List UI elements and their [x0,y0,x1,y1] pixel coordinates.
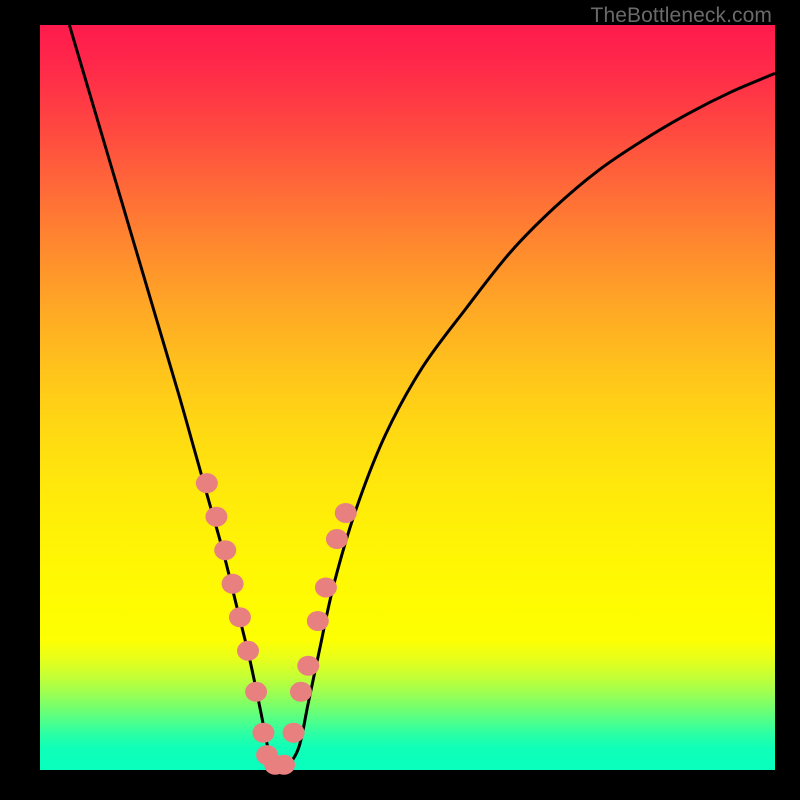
data-dot [315,577,337,597]
data-dot [196,473,218,493]
data-dot [229,607,251,627]
data-dot [237,641,259,661]
watermark-text: TheBottleneck.com [591,4,772,28]
curve-path [69,25,775,769]
data-dot [326,529,348,549]
data-dot [307,611,329,631]
data-dot [335,503,357,523]
data-dot [214,540,236,560]
data-dot [290,682,312,702]
data-dot [205,507,227,527]
data-dot [297,656,319,676]
data-dot [222,574,244,594]
chart-svg-layer [40,25,775,770]
data-dot [273,755,295,775]
curve-series [69,25,775,769]
data-dot [245,682,267,702]
data-dot [252,723,274,743]
chart-frame: TheBottleneck.com [0,0,800,800]
dots-series [196,473,357,775]
data-dot [283,723,305,743]
